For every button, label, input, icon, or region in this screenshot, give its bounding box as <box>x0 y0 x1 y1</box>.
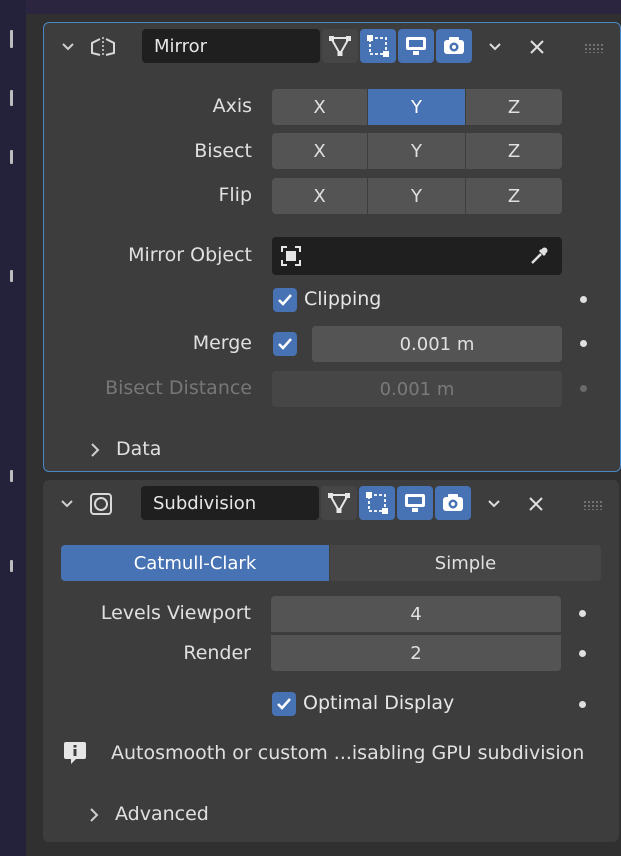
animate-property-dot[interactable] <box>580 340 587 347</box>
modifier-name: Subdivision <box>153 493 257 514</box>
cage-toggle[interactable] <box>360 29 396 63</box>
chevron-down-icon[interactable] <box>60 39 76 55</box>
clipping-checkbox[interactable] <box>273 288 297 312</box>
edge-mark <box>10 560 13 572</box>
chevron-right-icon <box>91 443 100 457</box>
chevron-right-icon <box>90 808 99 822</box>
axis-label: Axis <box>212 95 252 117</box>
edge-mark <box>10 470 13 482</box>
optimal-display-checkbox[interactable] <box>272 692 296 716</box>
modifier-name-field[interactable]: Mirror <box>142 29 320 63</box>
edge-mark <box>10 90 13 106</box>
modifier-name-field[interactable]: Subdivision <box>141 486 319 520</box>
bisect-y-button[interactable]: Y <box>368 133 465 169</box>
animate-property-dot[interactable] <box>580 296 587 303</box>
mirror-object-label: Mirror Object <box>128 244 252 266</box>
mirror-modifier-panel: Mirror Axis X Y Z Bisect X Y Z Flip X Y … <box>43 22 621 472</box>
axis-z-button[interactable]: Z <box>466 89 562 125</box>
render-camera-icon <box>444 37 464 54</box>
cage-icon <box>366 492 388 514</box>
cage-toggle[interactable] <box>359 486 395 520</box>
render-camera-icon <box>443 494 463 511</box>
chevron-down-icon[interactable] <box>486 496 502 512</box>
eyedropper-icon[interactable] <box>528 245 550 267</box>
data-subpanel-header[interactable]: Data <box>84 437 284 465</box>
subdivision-modifier-icon <box>90 493 112 515</box>
mirror-modifier-icon <box>91 37 115 57</box>
close-icon[interactable] <box>527 495 545 513</box>
checkmark-icon <box>278 338 292 350</box>
animate-property-dot[interactable] <box>579 610 586 617</box>
bisect-label: Bisect <box>194 140 252 162</box>
object-target-icon <box>281 246 301 266</box>
data-subpanel-label: Data <box>116 438 162 460</box>
modifier-name: Mirror <box>154 36 208 57</box>
viewport-display-toggle[interactable] <box>398 29 434 63</box>
edit-mode-icon <box>329 36 351 57</box>
edge-mark <box>10 150 13 164</box>
editor-top-gap <box>26 0 621 14</box>
merge-checkbox[interactable] <box>273 332 297 356</box>
bisect-distance-label: Bisect Distance <box>105 377 252 399</box>
render-levels-label: Render <box>183 642 251 664</box>
axis-y-button[interactable]: Y <box>368 89 465 125</box>
subdivision-modifier-panel: Subdivision Catmull-Clark Simple Levels … <box>43 480 619 842</box>
flip-y-button[interactable]: Y <box>368 178 465 214</box>
render-toggle[interactable] <box>435 486 471 520</box>
animate-property-dot[interactable] <box>580 385 587 392</box>
edit-mode-toggle[interactable] <box>322 29 358 63</box>
axis-x-button[interactable]: X <box>272 89 367 125</box>
optimal-display-label: Optimal Display <box>303 692 455 714</box>
close-icon[interactable] <box>528 38 546 56</box>
info-message: Autosmooth or custom ...isabling GPU sub… <box>111 742 585 764</box>
viewport-display-toggle[interactable] <box>397 486 433 520</box>
edit-mode-icon <box>328 493 350 514</box>
flip-label: Flip <box>218 184 252 206</box>
advanced-subpanel-label: Advanced <box>115 803 209 825</box>
bisect-z-button[interactable]: Z <box>466 133 562 169</box>
animate-property-dot[interactable] <box>579 650 586 657</box>
mirror-object-field[interactable] <box>272 237 562 275</box>
subdivision-panel-header: Subdivision <box>43 480 619 528</box>
mirror-panel-header: Mirror <box>44 23 620 71</box>
render-levels-field[interactable]: 2 <box>271 635 561 671</box>
chevron-down-icon[interactable] <box>487 39 503 55</box>
viewport-display-icon <box>405 494 425 512</box>
checkmark-icon <box>277 698 291 710</box>
render-toggle[interactable] <box>436 29 472 63</box>
merge-distance-field[interactable]: 0.001 m <box>312 326 562 362</box>
simple-button[interactable]: Simple <box>330 545 601 581</box>
bisect-distance-field[interactable]: 0.001 m <box>272 371 562 407</box>
clipping-label: Clipping <box>304 288 382 310</box>
bisect-x-button[interactable]: X <box>272 133 367 169</box>
viewport-display-icon <box>406 37 426 55</box>
checkmark-icon <box>278 294 292 306</box>
catmull-clark-button[interactable]: Catmull-Clark <box>61 545 329 581</box>
flip-x-button[interactable]: X <box>272 178 367 214</box>
edit-mode-toggle[interactable] <box>321 486 357 520</box>
edge-mark <box>10 270 13 282</box>
levels-viewport-field[interactable]: 4 <box>271 596 561 632</box>
chevron-down-icon[interactable] <box>59 496 75 512</box>
flip-z-button[interactable]: Z <box>466 178 562 214</box>
animate-property-dot[interactable] <box>579 701 586 708</box>
drag-grip-icon[interactable] <box>583 500 603 510</box>
levels-viewport-label: Levels Viewport <box>100 602 251 624</box>
edge-mark <box>10 30 13 48</box>
info-icon <box>64 742 86 764</box>
drag-grip-icon[interactable] <box>584 43 604 53</box>
editor-left-edge <box>0 0 26 856</box>
cage-icon <box>367 35 389 57</box>
merge-label: Merge <box>192 332 252 354</box>
advanced-subpanel-header[interactable]: Advanced <box>83 802 303 830</box>
